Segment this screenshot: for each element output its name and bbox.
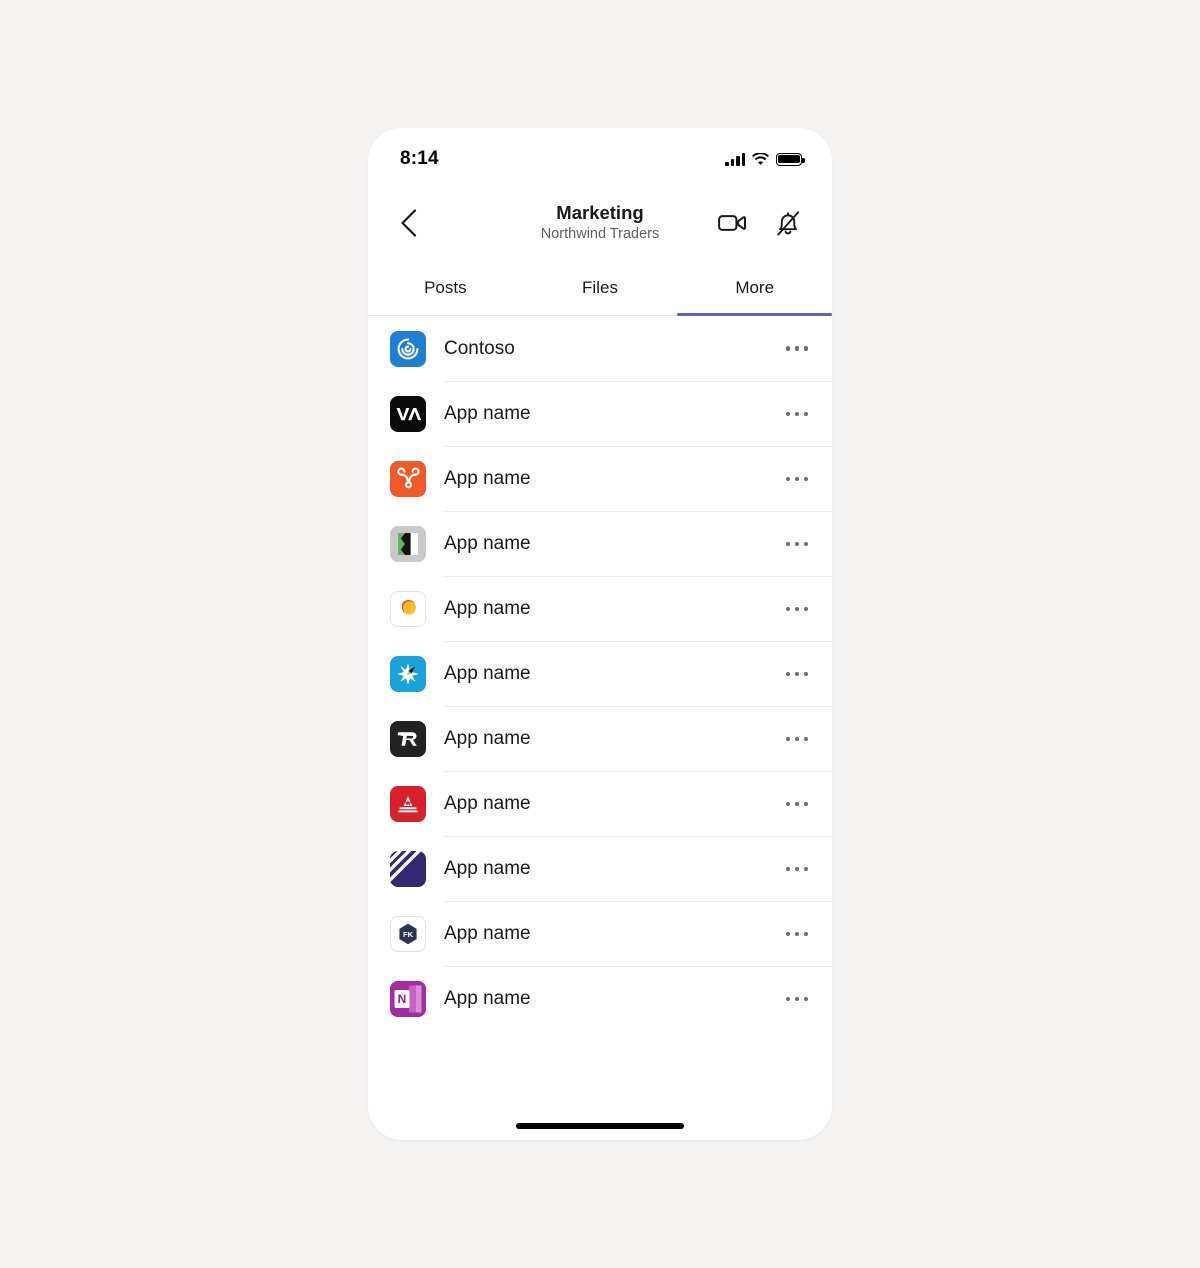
list-item-body: Contoso [444, 316, 832, 381]
app-icon [390, 525, 426, 562]
more-horizontal-icon[interactable] [780, 857, 815, 882]
list-item-label: App name [444, 663, 531, 684]
more-horizontal-icon[interactable] [780, 922, 815, 947]
screen-canvas: 8:14 Marketing Northwind Traders Posts F… [0, 0, 1200, 1268]
list-item-label: App name [444, 923, 531, 944]
list-item[interactable]: Contoso [368, 316, 832, 381]
list-item-label: App name [444, 468, 531, 489]
more-horizontal-icon[interactable] [780, 336, 815, 361]
more-horizontal-icon[interactable] [780, 727, 815, 752]
status-bar-indicators [725, 149, 805, 166]
list-item-body: App name [444, 446, 832, 511]
list-item[interactable]: App name [368, 641, 832, 706]
app-icon [390, 785, 426, 822]
list-item-label: Contoso [444, 337, 515, 359]
list-item-body: App name [444, 576, 832, 641]
signal-bars-icon [725, 152, 745, 166]
fk-hexagon-icon: FK [390, 915, 426, 952]
list-item[interactable]: App name [368, 446, 832, 511]
tab-more-label: More [735, 277, 775, 297]
orange-knot-icon [390, 460, 426, 497]
onenote-icon: N [390, 980, 426, 1017]
list-item-body: App name [444, 641, 832, 706]
app-icon [390, 330, 426, 367]
list-item[interactable]: FK App name [368, 901, 832, 966]
status-bar-time: 8:14 [400, 148, 439, 169]
more-horizontal-icon[interactable] [780, 597, 815, 622]
video-call-button[interactable] [712, 203, 752, 243]
list-item[interactable]: App name [368, 576, 832, 641]
wifi-icon [752, 152, 769, 165]
app-list: Contoso App name App name App name App n… [368, 316, 832, 1031]
green-black-flag-icon [390, 525, 426, 562]
more-horizontal-icon[interactable] [780, 467, 815, 492]
list-item-body: App name [444, 511, 832, 576]
phone-frame: 8:14 Marketing Northwind Traders Posts F… [368, 128, 832, 1140]
list-item-label: App name [444, 728, 531, 749]
contoso-spiral-icon [390, 330, 426, 367]
app-icon [390, 460, 426, 497]
app-icon [390, 655, 426, 692]
app-icon: FK [390, 915, 426, 952]
app-icon [390, 590, 426, 627]
tab-files[interactable]: Files [523, 260, 678, 315]
tab-posts[interactable]: Posts [368, 260, 523, 315]
back-button[interactable] [386, 201, 430, 245]
yellow-blob-icon [390, 590, 426, 627]
app-icon: N [390, 980, 426, 1017]
list-item-body: App name [444, 836, 832, 901]
list-item-body: App name [444, 966, 832, 1031]
purple-stripes-icon [390, 850, 426, 887]
list-item[interactable]: App name [368, 706, 832, 771]
header-actions [712, 203, 808, 243]
tab-more[interactable]: More [677, 260, 832, 316]
list-item[interactable]: App name [368, 771, 832, 836]
status-bar: 8:14 [368, 128, 832, 186]
tab-bar: Posts Files More [368, 260, 832, 316]
list-item-label: App name [444, 533, 531, 554]
tab-files-label: Files [582, 277, 618, 297]
video-camera-icon [718, 215, 746, 231]
list-item-body: App name [444, 381, 832, 446]
list-item-label: App name [444, 858, 531, 879]
list-item[interactable]: App name [368, 381, 832, 446]
list-item-label: App name [444, 403, 531, 424]
list-item-body: App name [444, 901, 832, 966]
more-horizontal-icon[interactable] [780, 662, 815, 687]
app-header: Marketing Northwind Traders [368, 186, 832, 260]
svg-text:FK: FK [403, 930, 414, 939]
list-item[interactable]: App name [368, 836, 832, 901]
tab-posts-label: Posts [424, 277, 467, 297]
bell-slash-icon [777, 210, 800, 236]
list-item[interactable]: N App name [368, 966, 832, 1031]
chevron-left-icon [400, 209, 416, 237]
more-horizontal-icon[interactable] [780, 402, 815, 427]
list-item-label: App name [444, 598, 531, 619]
home-indicator[interactable] [516, 1123, 684, 1129]
more-horizontal-icon[interactable] [780, 987, 815, 1012]
va-monogram-icon [390, 395, 426, 432]
list-item-body: App name [444, 706, 832, 771]
r-monogram-icon [390, 720, 426, 757]
mute-notifications-button[interactable] [768, 203, 808, 243]
list-item[interactable]: App name [368, 511, 832, 576]
list-item-label: App name [444, 988, 531, 1009]
list-item-label: App name [444, 793, 531, 814]
list-item-body: App name [444, 771, 832, 836]
more-horizontal-icon[interactable] [780, 792, 815, 817]
svg-text:N: N [398, 992, 407, 1006]
battery-full-icon [776, 152, 805, 166]
more-horizontal-icon[interactable] [780, 532, 815, 557]
app-icon [390, 395, 426, 432]
blue-starburst-icon [390, 655, 426, 692]
app-icon [390, 720, 426, 757]
red-mountain-icon [390, 785, 426, 822]
app-icon [390, 850, 426, 887]
